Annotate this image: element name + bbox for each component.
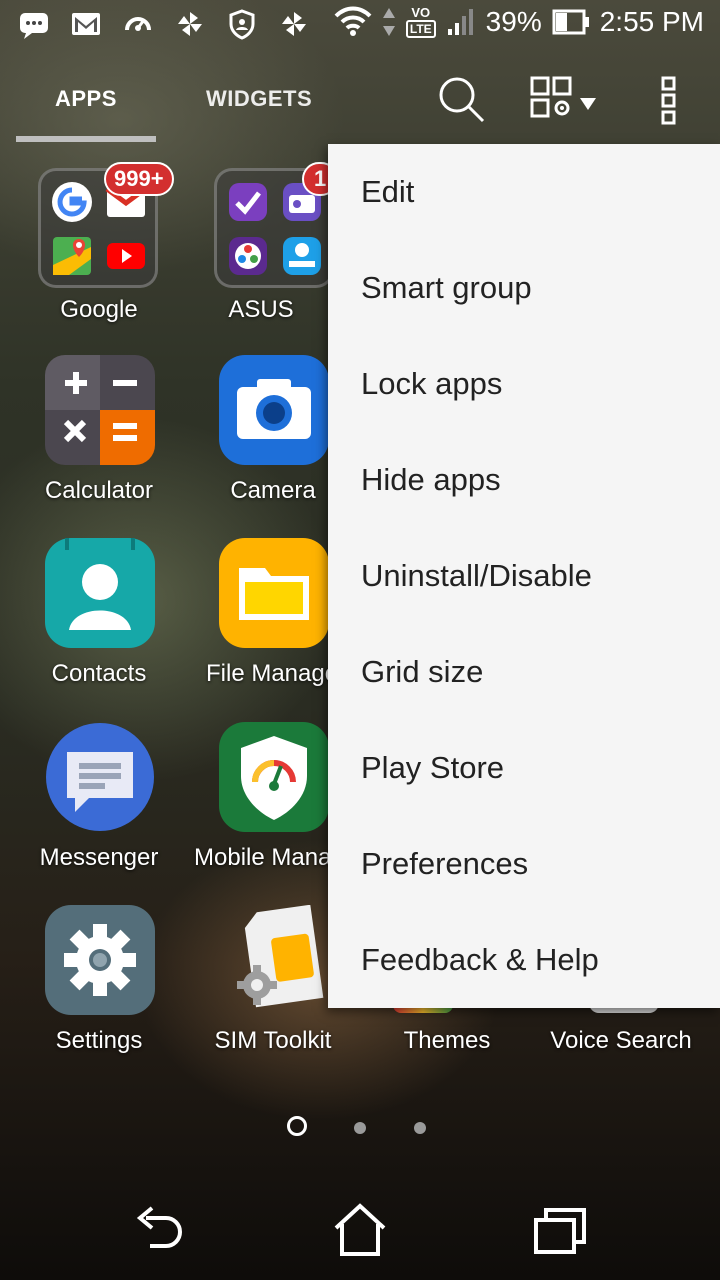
app-label: Calculator xyxy=(44,477,154,504)
app-folder-google[interactable]: 999+ Google xyxy=(0,162,174,348)
pinwheel-icon-2 xyxy=(282,12,306,36)
menu-item-label: Feedback & Help xyxy=(361,942,599,977)
menu-item-lock-apps[interactable]: Lock apps xyxy=(328,336,720,432)
app-label: Voice Search xyxy=(550,1027,692,1054)
tab-apps[interactable]: APPS xyxy=(55,86,117,112)
app-label: Contacts xyxy=(51,660,147,687)
chat-icon xyxy=(20,13,48,39)
volte-indicator: VO LTE xyxy=(405,6,436,38)
menu-item-preferences[interactable]: Preferences xyxy=(328,816,720,912)
menu-item-uninstall-disable[interactable]: Uninstall/Disable xyxy=(328,528,720,624)
page-dot-active[interactable] xyxy=(287,1116,307,1136)
page-dot[interactable] xyxy=(414,1122,426,1134)
signal-icon xyxy=(447,9,473,35)
sim-card-icon xyxy=(237,905,324,1008)
page-indicator xyxy=(0,1114,720,1144)
google-icon xyxy=(52,182,92,222)
menu-item-hide-apps[interactable]: Hide apps xyxy=(328,432,720,528)
app-label: SIM Toolkit xyxy=(214,1027,332,1054)
clock: 2:55 PM xyxy=(599,6,704,37)
menu-item-label: Uninstall/Disable xyxy=(361,558,592,593)
more-options-icon[interactable] xyxy=(654,74,684,128)
menu-item-play-store[interactable]: Play Store xyxy=(328,720,720,816)
battery-icon xyxy=(552,9,589,35)
page-dot[interactable] xyxy=(354,1122,366,1134)
options-menu: Edit Smart group Lock apps Hide apps Uni… xyxy=(328,144,720,1008)
shield-gauge-icon xyxy=(219,722,329,832)
menu-item-label: Grid size xyxy=(361,654,484,689)
grid-settings-icon[interactable] xyxy=(530,74,598,124)
gallery-icon xyxy=(229,237,267,275)
menu-item-label: Lock apps xyxy=(361,366,503,401)
gmail-icon xyxy=(72,13,100,35)
menu-item-label: Preferences xyxy=(361,846,529,881)
notification-badge: 999+ xyxy=(104,162,174,196)
app-calculator[interactable]: Calculator xyxy=(12,355,186,535)
calculator-icon xyxy=(45,355,155,465)
folder-icon xyxy=(219,538,329,648)
wifi-icon xyxy=(334,6,372,36)
recent-apps-icon[interactable] xyxy=(530,1200,590,1260)
data-arrows-icon xyxy=(382,8,395,36)
contacts-icon xyxy=(45,538,155,648)
drawer-tab-bar: APPS WIDGETS xyxy=(0,60,720,150)
search-icon[interactable] xyxy=(436,74,486,124)
menu-item-label: Smart group xyxy=(361,270,532,305)
app-folder-asus[interactable]: 1 ASUS xyxy=(174,162,348,348)
menu-item-label: Edit xyxy=(361,174,415,209)
app-label: Messenger xyxy=(39,844,159,871)
maps-icon xyxy=(53,237,91,275)
menu-item-label: Play Store xyxy=(361,750,505,785)
pinwheel-icon xyxy=(178,12,202,36)
menu-item-grid-size[interactable]: Grid size xyxy=(328,624,720,720)
gear-icon xyxy=(45,905,155,1015)
youtube-icon xyxy=(107,243,145,269)
menu-item-label: Hide apps xyxy=(361,462,501,497)
menu-item-smart-group[interactable]: Smart group xyxy=(328,240,720,336)
navigation-bar xyxy=(0,1190,720,1280)
app-label: Themes xyxy=(403,1027,491,1054)
menu-item-feedback-help[interactable]: Feedback & Help xyxy=(328,912,720,1008)
home-icon[interactable] xyxy=(330,1200,390,1260)
app-label: Settings xyxy=(55,1027,143,1054)
tab-widgets[interactable]: WIDGETS xyxy=(206,86,312,112)
speed-icon xyxy=(125,17,151,31)
battery-percent: 39% xyxy=(485,6,542,37)
app-label: ASUS xyxy=(228,296,294,323)
menu-item-edit[interactable]: Edit xyxy=(328,144,720,240)
camera-icon xyxy=(219,355,329,465)
app-label: Google xyxy=(60,296,138,323)
tab-indicator xyxy=(16,136,156,142)
app-settings[interactable]: Settings xyxy=(12,905,186,1085)
back-icon[interactable] xyxy=(130,1200,190,1260)
shield-user-icon xyxy=(229,9,255,40)
todo-icon xyxy=(229,183,267,221)
messenger-icon xyxy=(46,723,154,831)
app-messenger[interactable]: Messenger xyxy=(12,722,186,902)
status-bar: VO LTE 39% 2:55 PM xyxy=(0,0,720,50)
myasus-icon xyxy=(283,237,321,275)
app-contacts[interactable]: Contacts xyxy=(12,538,186,718)
